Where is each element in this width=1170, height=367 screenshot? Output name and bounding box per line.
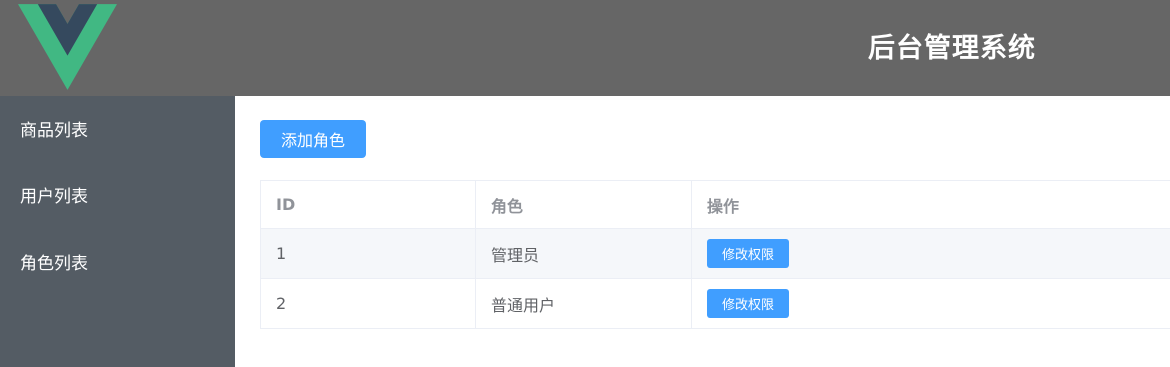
roles-table: ID 角色 操作 1 管理员 修改权限 2 普通用户 修改权限	[260, 180, 1170, 329]
edit-permission-button[interactable]: 修改权限	[707, 239, 790, 268]
cell-id: 1	[260, 228, 476, 279]
table-row: 1 管理员 修改权限	[260, 228, 1170, 279]
sidebar-item-roles[interactable]: 角色列表	[20, 253, 88, 275]
sidebar-item-products[interactable]: 商品列表	[20, 120, 88, 142]
add-role-button[interactable]: 添加角色	[260, 120, 366, 158]
app-title: 后台管理系统	[868, 33, 1036, 64]
main-content: 添加角色 ID 角色 操作 1 管理员 修改权限 2 普通用户 修改权限	[235, 96, 1170, 367]
column-header-role: 角色	[475, 180, 692, 229]
edit-permission-button[interactable]: 修改权限	[707, 289, 790, 318]
column-header-action: 操作	[691, 180, 1170, 229]
sidebar-item-users[interactable]: 用户列表	[20, 186, 88, 208]
top-header: 后台管理系统	[0, 0, 1170, 96]
column-header-id: ID	[260, 180, 476, 229]
cell-id: 2	[260, 278, 476, 329]
vue-logo-icon	[18, 4, 117, 90]
table-header-row: ID 角色 操作	[260, 180, 1170, 229]
cell-role: 管理员	[475, 228, 692, 279]
cell-action: 修改权限	[691, 228, 1170, 279]
cell-role: 普通用户	[475, 278, 692, 329]
table-row: 2 普通用户 修改权限	[260, 278, 1170, 329]
cell-action: 修改权限	[691, 278, 1170, 329]
sidebar-menu: 商品列表 用户列表 角色列表	[0, 96, 235, 367]
